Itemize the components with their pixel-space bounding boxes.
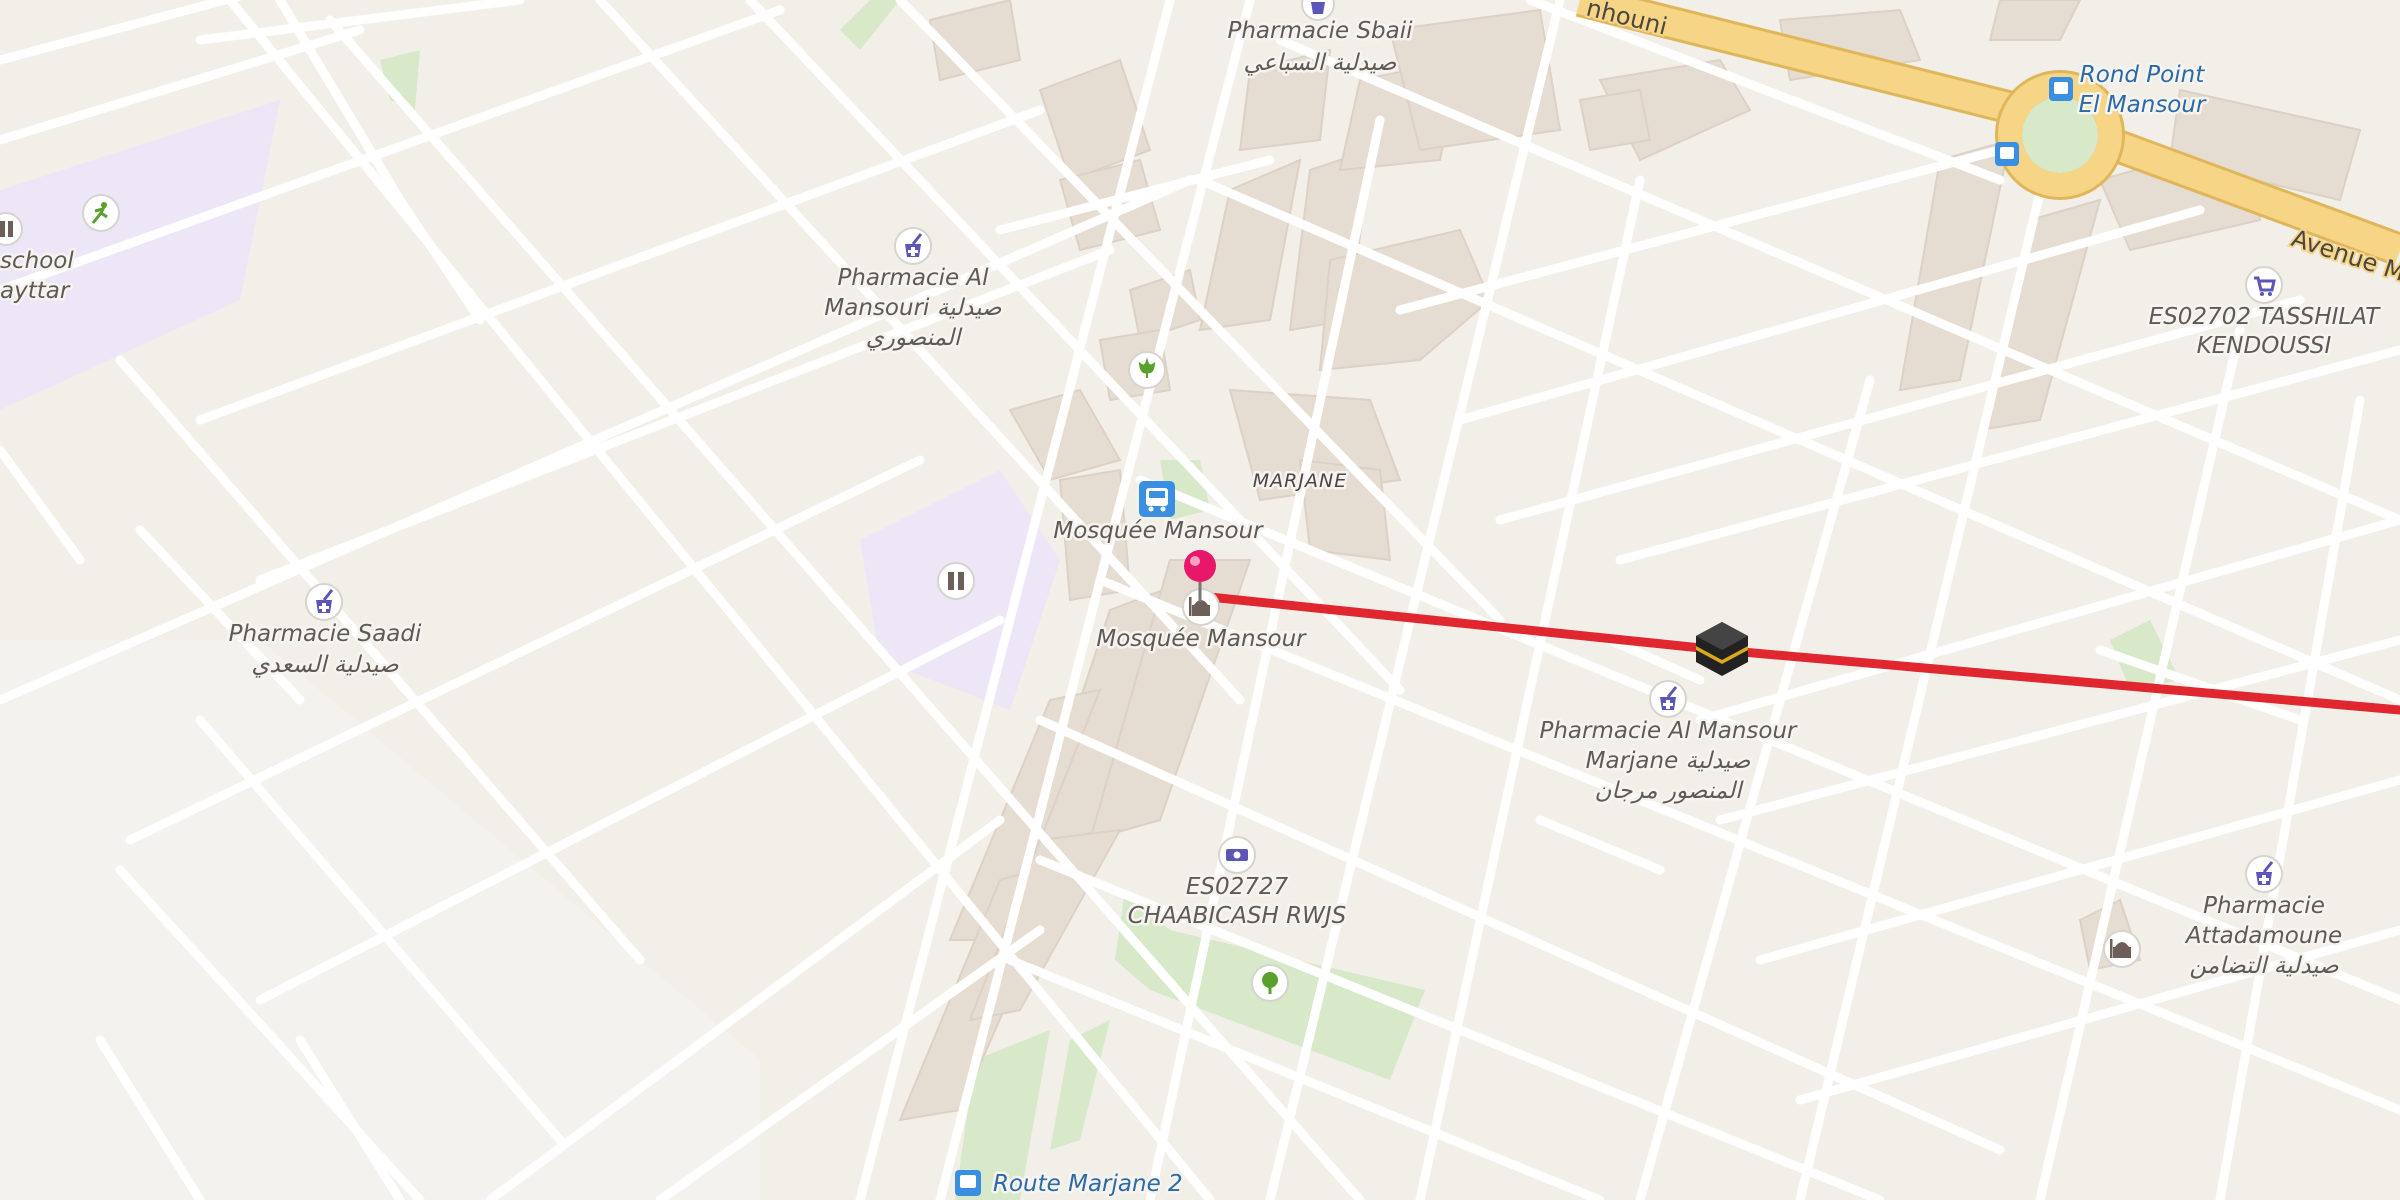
pharmacy-icon[interactable] bbox=[1649, 680, 1687, 718]
mosque-icon[interactable] bbox=[2103, 930, 2141, 968]
shopping-cart-icon[interactable] bbox=[2245, 266, 2283, 304]
label-mosquee-stop: Mosquée Mansour bbox=[1053, 518, 1264, 544]
school-icon[interactable] bbox=[937, 562, 975, 600]
label-pharmacie-sbaii-ar: صيدلية السباعي bbox=[1244, 50, 1397, 76]
label-school-2: ayttar bbox=[0, 278, 71, 304]
map-canvas[interactable]: nhouni Avenue M Pharmacie Sbaii صيدلية ا… bbox=[0, 0, 2400, 1200]
label-pharmacie-attadamoune-2: Attadamoune bbox=[2184, 923, 2342, 949]
pharmacy-icon[interactable] bbox=[305, 583, 343, 621]
label-pharmacie-saadi-ar: صيدلية السعدي bbox=[251, 652, 399, 678]
label-es02727-2: CHAABICASH RWJS bbox=[1128, 903, 1347, 929]
label-es02702-2: KENDOUSSI bbox=[2197, 333, 2332, 359]
label-es02727-1: ES02727 bbox=[1186, 874, 1289, 900]
label-pharmacie-attadamoune-3: صيدلية التضامن bbox=[2189, 953, 2339, 979]
bus-stop-icon[interactable] bbox=[955, 1170, 981, 1196]
label-pharmacie-al-mansouri-3: المنصوري bbox=[866, 325, 963, 351]
pharmacy-icon[interactable] bbox=[894, 227, 932, 265]
florist-icon[interactable] bbox=[1128, 351, 1166, 389]
label-pharmacie-al-mansouri-2: Mansouri صيدلية bbox=[824, 295, 1002, 321]
bus-stop-icon[interactable] bbox=[1139, 481, 1175, 517]
label-pharmacie-saadi: Pharmacie Saadi bbox=[229, 621, 422, 647]
label-route-marjane: Route Marjane 2 bbox=[993, 1171, 1183, 1197]
bus-stop-icon[interactable] bbox=[1995, 142, 2019, 166]
label-school-1: school bbox=[0, 248, 74, 274]
sports-icon[interactable] bbox=[82, 194, 120, 232]
bank-icon[interactable] bbox=[1218, 836, 1256, 874]
label-marjane: MARJANE bbox=[1253, 470, 1347, 492]
label-mosquee: Mosquée Mansour bbox=[1096, 626, 1307, 652]
label-rond-point-1: Rond Point bbox=[2080, 62, 2205, 88]
school-icon[interactable] bbox=[0, 212, 23, 246]
bus-stop-icon[interactable] bbox=[2049, 77, 2073, 101]
label-pharmacie-marjane-2: Marjane صيدلية bbox=[1586, 748, 1751, 774]
pharmacy-icon[interactable] bbox=[2245, 855, 2283, 893]
label-pharmacie-attadamoune-1: Pharmacie bbox=[2203, 893, 2325, 919]
park-tree-icon[interactable] bbox=[1251, 964, 1289, 1002]
label-pharmacie-al-mansouri-1: Pharmacie Al bbox=[837, 265, 989, 291]
label-pharmacie-sbaii: Pharmacie Sbaii bbox=[1227, 18, 1413, 44]
label-pharmacie-marjane-3: المنصور مرجان bbox=[1594, 778, 1744, 804]
label-rond-point-2: El Mansour bbox=[2079, 92, 2207, 118]
label-pharmacie-marjane-1: Pharmacie Al Mansour bbox=[1539, 718, 1798, 744]
label-es02702-1: ES02702 TASSHILAT bbox=[2149, 304, 2382, 330]
